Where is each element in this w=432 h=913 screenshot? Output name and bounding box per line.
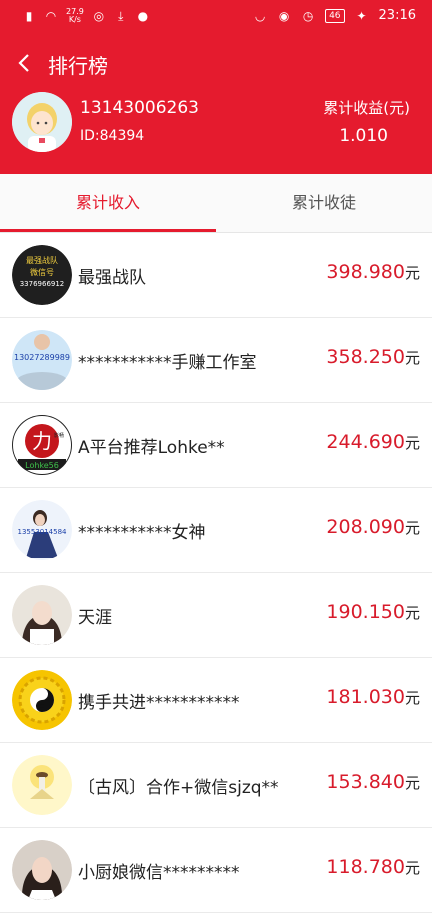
sync-icon: ◎ — [93, 9, 105, 23]
amount-value: 398.980 — [326, 261, 405, 283]
signal-icon: ▮ — [25, 9, 33, 23]
avatar — [12, 670, 72, 730]
ranking-amount: 181.030元 — [326, 686, 420, 708]
avatar-text: 微信号 — [30, 267, 54, 277]
amount-unit: 元 — [404, 774, 420, 792]
avatar — [12, 585, 72, 645]
user-phone: 13143006263 — [80, 98, 199, 118]
avatar — [12, 840, 72, 900]
ranking-amount: 208.090元 — [326, 516, 420, 538]
ranking-amount: 118.780元 — [326, 856, 420, 878]
ranking-amount: 190.150元 — [326, 601, 420, 623]
ranking-name: 〔古风〕合作+微信sjzq** — [78, 778, 279, 798]
amount-unit: 元 — [404, 519, 420, 537]
profile-section: 13143006263 ID:84394 累计收益(元) 1.010 — [0, 92, 432, 174]
amount-value: 153.840 — [326, 771, 405, 793]
title-bar: 排行榜 — [0, 36, 432, 92]
eye-icon: ◉ — [278, 8, 290, 23]
battery-indicator: 46 — [325, 8, 345, 23]
earnings-label: 累计收益(元) — [323, 99, 410, 117]
ranking-amount: 244.690元 — [326, 431, 420, 453]
avatar-text: 13553014584 — [18, 528, 68, 536]
avatar: 力 影畅 Lohke56 — [12, 415, 72, 475]
list-item[interactable]: 13553014584 ***********女神 208.090元 — [0, 488, 432, 573]
network-speed: 27.9 K/s — [66, 8, 84, 24]
amount-value: 358.250 — [326, 346, 405, 368]
tab-total-income[interactable]: 累计收入 — [0, 174, 216, 232]
avatar: 13553014584 — [12, 500, 72, 560]
amount-value: 118.780 — [326, 856, 405, 878]
amount-value: 208.090 — [326, 516, 405, 538]
ranking-name: ***********女神 — [78, 523, 206, 543]
list-item[interactable]: 13027289989 ***********手赚工作室 358.250元 — [0, 318, 432, 403]
amount-value: 190.150 — [326, 601, 405, 623]
amount-unit: 元 — [404, 264, 420, 282]
avatar-text: 最强战队 — [26, 255, 58, 265]
earnings-value: 1.010 — [339, 126, 388, 146]
leaf-icon: ✦ — [356, 8, 367, 23]
ranking-name: ***********手赚工作室 — [78, 353, 257, 373]
netspeed-unit: K/s — [68, 15, 81, 24]
ranking-list: 最强战队 微信号 3376966912 最强战队 398.980元 130272… — [0, 233, 432, 913]
status-bar: ▮ ◠ 27.9 K/s ◎ ⤓ ● ◡ ◉ ◷ 46 ✦ 23:16 — [0, 0, 432, 36]
ranking-name: 小厨娘微信********* — [78, 863, 240, 883]
avatar-text: Lohke56 — [25, 461, 59, 470]
clock: 23:16 — [378, 8, 416, 23]
amount-value: 181.030 — [326, 686, 405, 708]
back-arrow-icon[interactable] — [14, 52, 38, 76]
amount-value: 244.690 — [326, 431, 405, 453]
avatar-text: 力 — [32, 429, 52, 453]
ranking-amount: 398.980元 — [326, 261, 420, 283]
download-icon: ⤓ — [118, 9, 124, 23]
amount-unit: 元 — [404, 604, 420, 622]
list-item[interactable]: 力 影畅 Lohke56 A平台推荐Lohke** 244.690元 — [0, 403, 432, 488]
ranking-name: A平台推荐Lohke** — [78, 438, 225, 458]
user-avatar — [12, 92, 72, 152]
avatar — [12, 755, 72, 815]
header-area: ▮ ◠ 27.9 K/s ◎ ⤓ ● ◡ ◉ ◷ 46 ✦ 23:16 排行榜 — [0, 0, 432, 174]
ranking-name: 天涯 — [78, 608, 112, 628]
amount-unit: 元 — [404, 689, 420, 707]
list-item[interactable]: 最强战队 微信号 3376966912 最强战队 398.980元 — [0, 233, 432, 318]
tab-total-apprentices[interactable]: 累计收徒 — [216, 174, 432, 232]
ranking-name: 最强战队 — [78, 268, 146, 288]
avatar-text: 影畅 — [54, 432, 64, 439]
avatar: 13027289989 — [12, 330, 72, 390]
ranking-amount: 358.250元 — [326, 346, 420, 368]
amount-unit: 元 — [404, 859, 420, 877]
chat-icon: ● — [137, 9, 149, 23]
list-item[interactable]: 天涯 190.150元 — [0, 573, 432, 658]
ranking-amount: 153.840元 — [326, 771, 420, 793]
alarm-icon: ◷ — [302, 8, 314, 23]
headset-icon: ◡ — [254, 8, 266, 23]
ranking-name: 携手共进*********** — [78, 693, 240, 713]
list-item[interactable]: 〔古风〕合作+微信sjzq** 153.840元 — [0, 743, 432, 828]
amount-unit: 元 — [404, 434, 420, 452]
avatar-text: 3376966912 — [20, 280, 65, 288]
list-item[interactable]: 携手共进*********** 181.030元 — [0, 658, 432, 743]
avatar-text: 13027289989 — [14, 353, 70, 362]
page-title: 排行榜 — [48, 54, 108, 78]
avatar: 最强战队 微信号 3376966912 — [12, 245, 72, 305]
user-id: ID:84394 — [80, 128, 145, 144]
list-item[interactable]: 小厨娘微信********* 118.780元 — [0, 828, 432, 913]
wifi-icon: ◠ — [45, 9, 57, 23]
tab-bar: 累计收入 累计收徒 — [0, 174, 432, 233]
amount-unit: 元 — [404, 349, 420, 367]
